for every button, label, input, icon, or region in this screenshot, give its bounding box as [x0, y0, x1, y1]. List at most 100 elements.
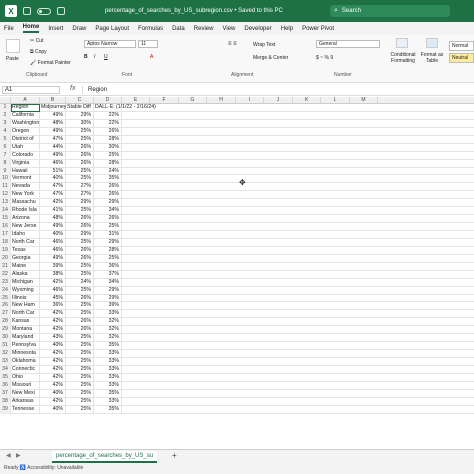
empty-cells[interactable]: [122, 342, 474, 350]
menu-tab-draw[interactable]: Draw: [72, 26, 86, 32]
menu-tab-help[interactable]: Help: [281, 26, 293, 32]
conditional-formatting-button[interactable]: Conditional Formatting: [388, 52, 418, 64]
cell[interactable]: 33%: [94, 365, 122, 374]
cell[interactable]: 33%: [94, 373, 122, 382]
cell[interactable]: Arizona: [11, 215, 40, 224]
cell[interactable]: 42%: [40, 326, 66, 335]
font-size-select[interactable]: 11: [138, 40, 158, 48]
menu-tab-page-layout[interactable]: Page Layout: [95, 26, 129, 32]
cell[interactable]: 29%: [66, 199, 94, 208]
font-color-icon[interactable]: A: [150, 54, 153, 60]
italic-icon[interactable]: I: [94, 54, 95, 60]
cell[interactable]: 35%: [94, 175, 122, 184]
name-box[interactable]: A1: [2, 86, 60, 94]
empty-cells[interactable]: [122, 398, 474, 406]
row-number[interactable]: 3: [0, 119, 11, 128]
cell[interactable]: 42%: [40, 358, 66, 366]
cell[interactable]: 42%: [40, 373, 66, 382]
search-box[interactable]: ⌕ Search: [330, 5, 450, 17]
cell[interactable]: North Car: [11, 310, 40, 319]
column-header-k[interactable]: K: [293, 97, 321, 104]
cell[interactable]: 42%: [40, 318, 66, 327]
row-number[interactable]: 27: [0, 310, 11, 319]
row-number[interactable]: 18: [0, 238, 11, 247]
menu-tab-home[interactable]: Home: [22, 24, 40, 33]
row-number[interactable]: 24: [0, 286, 11, 295]
cell[interactable]: 25%: [66, 350, 94, 358]
row-number[interactable]: 8: [0, 159, 11, 168]
scroll-right-icon[interactable]: ▶: [16, 452, 21, 459]
row-number[interactable]: 11: [0, 183, 11, 192]
cell[interactable]: 25%: [66, 334, 94, 343]
cell[interactable]: 46%: [40, 246, 66, 255]
cell[interactable]: 30%: [66, 119, 94, 128]
empty-cells[interactable]: [122, 247, 474, 255]
empty-cells[interactable]: [122, 104, 474, 112]
format-table-icon[interactable]: [426, 38, 438, 48]
cell[interactable]: Washington: [11, 119, 40, 128]
row-number[interactable]: 33: [0, 358, 11, 366]
cell[interactable]: 29%: [94, 294, 122, 303]
cell[interactable]: 32%: [94, 326, 122, 335]
spreadsheet-grid[interactable]: ABCDEFGHIJKLM 1 Region Midjourney Stable Di…: [0, 97, 474, 449]
cell[interactable]: 40%: [40, 231, 66, 239]
row-number[interactable]: 19: [0, 246, 11, 255]
row-number[interactable]: 14: [0, 207, 11, 216]
column-header-a[interactable]: A: [11, 97, 40, 104]
row-number[interactable]: 1: [0, 104, 11, 112]
cell[interactable]: 25%: [66, 358, 94, 366]
empty-cells[interactable]: [122, 382, 474, 390]
empty-cells[interactable]: [122, 279, 474, 287]
cell[interactable]: 29%: [66, 111, 94, 120]
menu-tab-formulas[interactable]: Formulas: [138, 26, 163, 32]
row-number[interactable]: 26: [0, 302, 11, 311]
merge-center-button[interactable]: Merge & Center: [253, 55, 288, 61]
cell[interactable]: Georgia: [11, 254, 40, 263]
cell[interactable]: 31%: [94, 231, 122, 239]
cell[interactable]: 44%: [40, 143, 66, 152]
cell[interactable]: Rhode Isla: [11, 207, 40, 216]
cell[interactable]: 32%: [94, 318, 122, 327]
cell[interactable]: 35%: [94, 389, 122, 398]
cell[interactable]: 40%: [40, 342, 66, 351]
cell[interactable]: 49%: [40, 254, 66, 263]
cell[interactable]: New Ham: [11, 302, 40, 311]
row-number[interactable]: 4: [0, 127, 11, 136]
row-number[interactable]: 39: [0, 405, 11, 414]
cell[interactable]: Utah: [11, 143, 40, 152]
cell[interactable]: Nevada: [11, 183, 40, 192]
cell[interactable]: Oklahoma: [11, 358, 40, 366]
cell[interactable]: 49%: [40, 111, 66, 120]
conditional-formatting-icon[interactable]: [396, 38, 408, 48]
cell[interactable]: 26%: [94, 191, 122, 200]
cell[interactable]: Oregon: [11, 127, 40, 136]
column-header-d[interactable]: D: [94, 97, 122, 104]
empty-cells[interactable]: [122, 183, 474, 191]
row-number[interactable]: 7: [0, 151, 11, 160]
cell[interactable]: 26%: [94, 215, 122, 224]
cell[interactable]: 34%: [94, 278, 122, 287]
row-number[interactable]: 2: [0, 111, 11, 120]
empty-cells[interactable]: [122, 239, 474, 247]
cell[interactable]: 47%: [40, 191, 66, 200]
cell[interactable]: 26%: [66, 294, 94, 303]
row-number[interactable]: 25: [0, 294, 11, 303]
cell[interactable]: 33%: [94, 381, 122, 390]
column-header-g[interactable]: G: [179, 97, 207, 104]
cell[interactable]: 43%: [40, 334, 66, 343]
cell[interactable]: California: [11, 111, 40, 120]
empty-cells[interactable]: [122, 334, 474, 342]
cell[interactable]: 42%: [40, 381, 66, 390]
empty-cells[interactable]: [122, 390, 474, 398]
row-number[interactable]: 6: [0, 143, 11, 152]
add-sheet-button[interactable]: +: [172, 451, 177, 460]
cell[interactable]: 42%: [40, 278, 66, 287]
cell[interactable]: 29%: [94, 238, 122, 247]
cell[interactable]: Hawaii: [11, 167, 40, 176]
cell[interactable]: 25%: [66, 381, 94, 390]
column-header-h[interactable]: H: [207, 97, 236, 104]
cell[interactable]: 28%: [94, 135, 122, 144]
cell[interactable]: 51%: [40, 167, 66, 176]
select-all-corner[interactable]: [0, 97, 11, 104]
cell[interactable]: 25%: [66, 238, 94, 247]
